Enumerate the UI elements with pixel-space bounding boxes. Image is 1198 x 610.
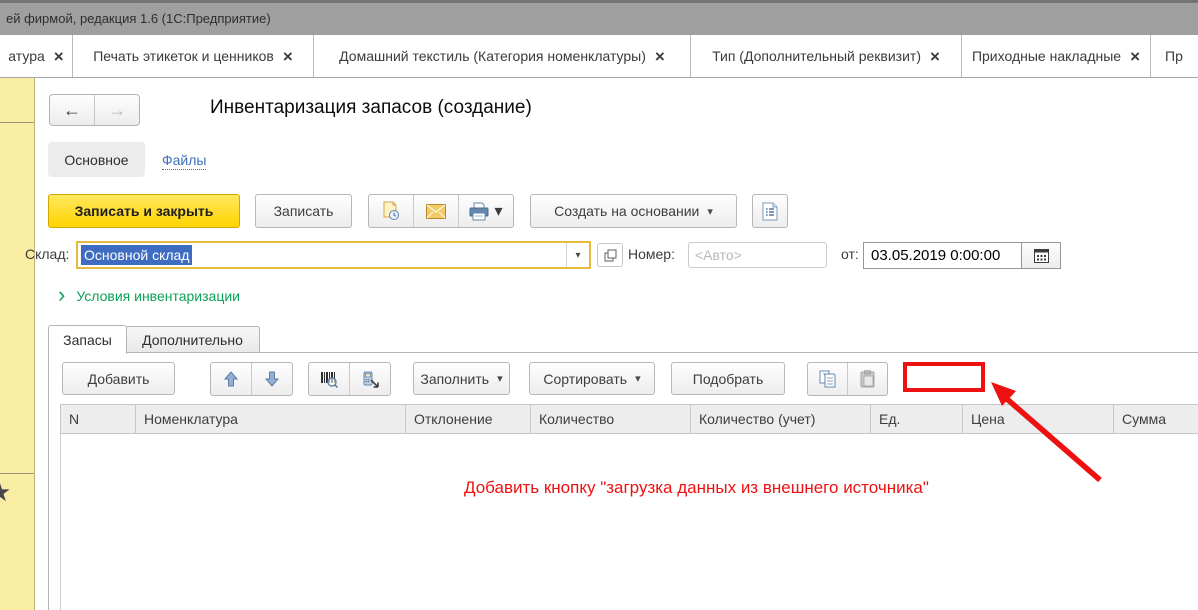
close-icon[interactable]: × [54,48,64,65]
left-sidebar: ★ [0,78,35,610]
close-icon[interactable]: × [930,48,940,65]
calendar-button[interactable] [1021,243,1060,268]
warehouse-dropdown-button[interactable]: ▾ [566,243,589,267]
tab-label: Печать этикеток и ценников [93,48,274,64]
favorites-star-icon[interactable]: ★ [0,477,11,508]
tab-label: Пр [1165,48,1183,64]
copy-rows-button[interactable] [808,363,847,395]
data-terminal-button[interactable] [349,363,390,395]
fill-label: Заполнить [420,371,489,387]
sort-label: Сортировать [543,371,627,387]
send-email-button[interactable] [413,195,458,227]
chevron-down-icon: ▾ [494,201,502,221]
copy-icon [819,370,836,388]
tab-main[interactable]: Основное [48,142,145,177]
number-input[interactable] [688,242,827,268]
number-label: Номер: [628,246,675,262]
move-down-button[interactable] [251,363,292,395]
column-header-price[interactable]: Цена [963,405,1114,433]
barcode-buttons-group [308,362,391,396]
print-button[interactable]: ▾ [458,195,513,227]
warehouse-selected-value: Основной склад [81,245,192,265]
tab-label: Домашний текстиль (Категория номенклатур… [339,48,646,64]
column-header-sum[interactable]: Сумма [1114,405,1198,433]
column-header-nomenclature[interactable]: Номенклатура [136,405,406,433]
tab-files-link[interactable]: Файлы [162,152,206,170]
post-document-button[interactable] [369,195,413,227]
move-up-button[interactable] [211,363,251,395]
date-label: от: [841,246,859,262]
sidebar-divider [0,122,34,123]
save-button[interactable]: Записать [255,194,352,228]
barcode-search-button[interactable] [309,363,349,395]
calendar-icon [1034,248,1049,263]
back-button[interactable]: ← [50,95,95,125]
open-icon [604,249,617,262]
inventory-conditions-label: Условия инвентаризации [76,288,240,304]
chevron-down-icon: ▾ [707,205,713,218]
chevron-down-icon: ▾ [497,372,503,385]
command-icon-group: ▾ [368,194,514,228]
column-header-quantity-accounting[interactable]: Количество (учет) [691,405,871,433]
move-buttons-group [210,362,293,396]
date-input[interactable]: 03.05.2019 0:00:00 [864,243,1021,268]
create-based-on-button[interactable]: Создать на основании ▾ [530,194,737,228]
document-tab-bar: атура × Печать этикеток и ценников × Дом… [0,35,1198,78]
report-icon [762,202,778,221]
terminal-icon [362,371,379,388]
table-left-edge [60,434,61,610]
date-field-group: 03.05.2019 0:00:00 [863,242,1061,269]
page-title: Инвентаризация запасов (создание) [210,97,532,119]
barcode-icon [320,371,338,388]
column-header-quantity[interactable]: Количество [531,405,691,433]
window-titlebar: ей фирмой, редакция 1.6 (1С:Предприятие) [0,0,1198,35]
document-tab-nomenclature[interactable]: атура × [0,35,73,77]
chevron-down-icon: ▾ [635,372,641,385]
paste-icon [860,370,875,388]
fill-button[interactable]: Заполнить ▾ [413,362,510,395]
tab-label: Тип (Дополнительный реквизит) [712,48,921,64]
sidebar-divider [0,473,34,474]
add-row-button[interactable]: Добавить [62,362,175,395]
document-tab-incoming-invoices[interactable]: Приходные накладные × [962,35,1151,77]
column-header-n[interactable]: N [61,405,136,433]
close-icon[interactable]: × [655,48,665,65]
warehouse-label: Склад: [25,246,69,262]
document-tab-home-textile[interactable]: Домашний текстиль (Категория номенклатур… [314,35,691,77]
paste-rows-button[interactable] [847,363,887,395]
window-title: ей фирмой, редакция 1.6 (1С:Предприятие) [6,11,271,26]
inventory-conditions-toggle[interactable]: › Условия инвентаризации [58,288,240,304]
envelope-icon [426,204,446,219]
arrow-up-icon [224,371,238,387]
document-tab-type-attribute[interactable]: Тип (Дополнительный реквизит) × [691,35,962,77]
document-clock-icon [381,201,401,221]
forward-button[interactable]: → [95,95,139,125]
clipboard-buttons-group [807,362,888,396]
annotation-text: Добавить кнопку "загрузка данных из внеш… [464,478,929,498]
save-and-close-button[interactable]: Записать и закрыть [48,194,240,228]
document-tab-labels-printing[interactable]: Печать этикеток и ценников × [73,35,314,77]
close-icon[interactable]: × [283,48,293,65]
column-header-deviation[interactable]: Отклонение [406,405,531,433]
table-header-row: N Номенклатура Отклонение Количество Кол… [60,404,1198,434]
arrow-down-icon [265,371,279,387]
reports-button[interactable] [752,194,788,228]
tab-label: атура [8,48,44,64]
annotation-highlight-box [903,362,985,392]
sort-button[interactable]: Сортировать ▾ [529,362,655,395]
document-tab-partial[interactable]: Пр [1151,35,1198,77]
warehouse-field[interactable]: Основной склад ▾ [76,241,591,269]
close-icon[interactable]: × [1130,48,1140,65]
pick-button[interactable]: Подобрать [671,362,785,395]
history-nav: ← → [49,94,140,126]
tab-stocks[interactable]: Запасы [48,325,127,354]
tab-additional[interactable]: Дополнительно [125,326,260,353]
column-header-unit[interactable]: Ед. [871,405,963,433]
app-window: ей фирмой, редакция 1.6 (1С:Предприятие)… [0,0,1198,610]
create-based-on-label: Создать на основании [554,203,699,219]
open-warehouse-button[interactable] [597,243,623,267]
tab-label: Приходные накладные [972,48,1121,64]
chevron-right-icon: › [58,288,65,302]
printer-icon [469,202,489,221]
